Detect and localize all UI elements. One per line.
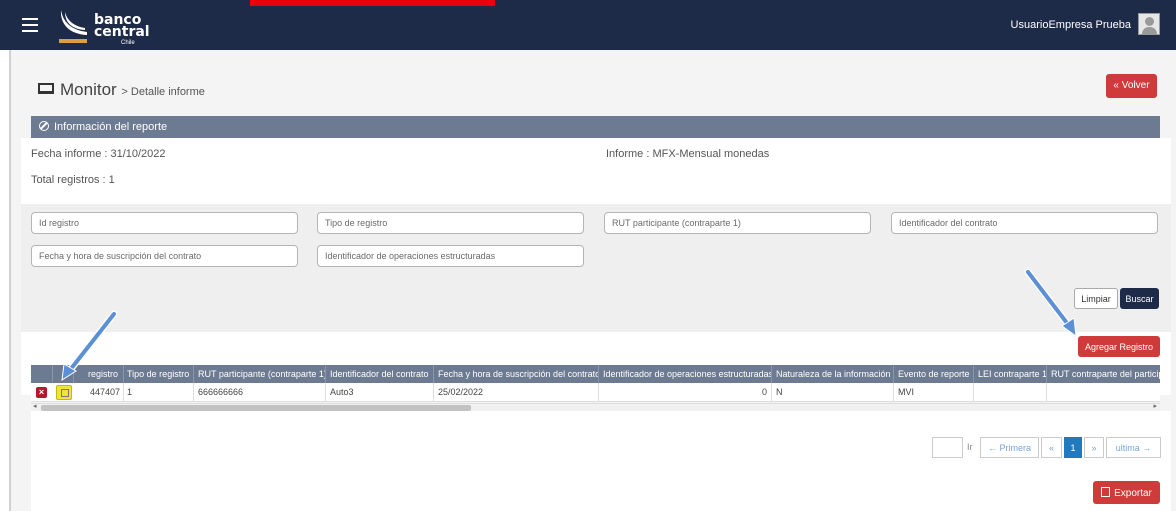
exportar-label: Exportar <box>1114 487 1152 499</box>
banco-central-logo[interactable]: banco central Chile <box>57 8 157 46</box>
table-header: registro Tipo de registro RUT participan… <box>31 365 1160 383</box>
cell-rut: 666666666 <box>193 383 325 401</box>
exportar-button[interactable]: Exportar <box>1093 481 1160 504</box>
cell-naturaleza: N <box>771 383 893 401</box>
volver-button[interactable]: « Volver <box>1106 74 1157 98</box>
col-header-fecha[interactable]: Fecha y hora de suscripción del contrato <box>433 365 598 383</box>
page-1-link[interactable]: 1 <box>1064 437 1082 458</box>
cell-registro: 447407 <box>89 387 120 397</box>
logo-line-2: central <box>94 24 150 40</box>
scroll-right-icon[interactable]: ▸ <box>1153 402 1157 410</box>
user-avatar-icon[interactable] <box>1138 13 1160 35</box>
pagination-area <box>31 411 1171 511</box>
agregar-registro-button[interactable]: Agregar Registro <box>1078 336 1160 357</box>
fecha-informe: Fecha informe : 31/10/2022 <box>31 148 166 160</box>
id-registro-input[interactable] <box>31 212 298 234</box>
prev-page-link[interactable]: « <box>1041 437 1062 458</box>
delete-icon[interactable]: × <box>36 387 47 398</box>
col-actions-1 <box>31 365 52 383</box>
breadcrumb: > Detalle informe <box>121 86 205 98</box>
report-panel-title: Información del reporte <box>54 121 168 133</box>
tipo-registro-input[interactable] <box>317 212 584 234</box>
cell-operaciones: 0 <box>598 383 771 401</box>
buscar-button[interactable]: Buscar <box>1120 288 1159 309</box>
red-highlight-strip <box>250 0 495 6</box>
cell-fecha: 25/02/2022 <box>433 383 598 401</box>
col-header-rut-contraparte[interactable]: RUT contraparte del particip <box>1046 365 1160 383</box>
total-registros: Total registros : 1 <box>31 174 115 186</box>
monitor-icon <box>38 83 54 94</box>
col-header-registro[interactable]: registro <box>73 365 123 383</box>
info-circle-icon <box>39 121 49 131</box>
horizontal-scrollbar[interactable]: ◂ ▸ <box>31 403 1160 411</box>
go-to-page-link[interactable]: Ir <box>967 442 973 452</box>
limpiar-button[interactable]: Limpiar <box>1074 288 1118 309</box>
col-header-evento[interactable]: Evento de reporte <box>893 365 973 383</box>
records-table: registro Tipo de registro RUT participan… <box>31 365 1160 402</box>
fecha-hora-input[interactable] <box>31 245 298 267</box>
first-page-link[interactable]: ← Primera <box>980 437 1039 458</box>
identificador-contrato-input[interactable] <box>891 212 1158 234</box>
cell-lei <box>973 383 1046 401</box>
col-header-naturaleza[interactable]: Naturaleza de la información <box>771 365 893 383</box>
col-header-rut[interactable]: RUT participante (contraparte 1) <box>193 365 325 383</box>
logo-subtitle: Chile <box>121 40 135 46</box>
col-header-operaciones[interactable]: Identificador de operaciones estructurad… <box>598 365 771 383</box>
cell-evento: MVI <box>893 383 973 401</box>
hamburger-menu-icon[interactable] <box>22 18 38 32</box>
page-title: Monitor > Detalle informe <box>60 80 205 100</box>
report-info-box: Fecha informe : 31/10/2022 Informe : MFX… <box>21 138 1171 204</box>
col-header-lei[interactable]: LEI contraparte 1 <box>973 365 1046 383</box>
rut-participante-input[interactable] <box>604 212 871 234</box>
edit-icon[interactable] <box>56 385 72 400</box>
report-panel-header: Información del reporte <box>31 116 1160 138</box>
table-row[interactable]: × 447407 1 666666666 Auto3 25/02/2022 0 … <box>31 383 1160 402</box>
last-page-link[interactable]: ultima → <box>1106 437 1161 458</box>
cell-tipo: 1 <box>123 383 193 401</box>
col-actions-2 <box>52 365 73 383</box>
excel-icon <box>1101 486 1111 497</box>
cell-identificador: Auto3 <box>325 383 433 401</box>
page-number-input[interactable] <box>932 437 963 458</box>
informe-name: Informe : MFX-Mensual monedas <box>606 148 770 160</box>
col-header-tipo[interactable]: Tipo de registro <box>123 365 193 383</box>
next-page-link[interactable]: » <box>1084 437 1104 458</box>
page-title-text: Monitor <box>60 80 117 99</box>
col-header-identificador[interactable]: Identificador del contrato <box>325 365 433 383</box>
cell-rut-contraparte <box>1046 383 1160 401</box>
top-navbar <box>0 0 1176 50</box>
identificador-operaciones-input[interactable] <box>317 245 584 267</box>
scroll-left-icon[interactable]: ◂ <box>33 402 37 410</box>
logo-mark-icon <box>59 10 87 43</box>
user-name[interactable]: UsuarioEmpresa Prueba <box>1011 19 1131 31</box>
